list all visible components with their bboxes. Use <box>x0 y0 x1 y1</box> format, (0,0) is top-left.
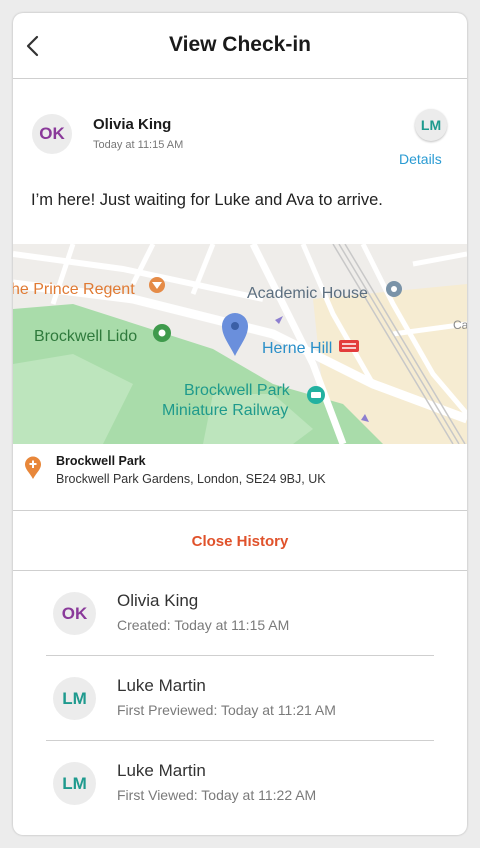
author-time: Today at 11:15 AM <box>93 139 184 151</box>
map-pin-icon[interactable] <box>221 312 249 358</box>
close-history-button[interactable]: Close History <box>13 512 467 571</box>
check-in-card: View Check-in OK Olivia King Today at 11… <box>13 13 467 835</box>
map-label-academic-house: Academic House <box>247 285 368 302</box>
history-name: Luke Martin <box>117 761 206 780</box>
recipient-avatar[interactable]: LM <box>415 109 447 141</box>
map-label-ca: Ca <box>453 318 467 332</box>
map-label-park-railway-1: Brockwell Park <box>184 382 290 399</box>
map-label-prince-regent: he Prince Regent <box>13 281 135 298</box>
header: View Check-in <box>13 13 467 79</box>
map-label-brockwell-lido: Brockwell Lido <box>34 328 138 345</box>
location-address: Brockwell Park Gardens, London, SE24 9BJ… <box>56 472 326 486</box>
author-avatar: OK <box>32 114 72 154</box>
history-avatar: OK <box>53 592 96 635</box>
location-row[interactable]: Brockwell Park Brockwell Park Gardens, L… <box>13 444 467 511</box>
history-item: LM Luke Martin First Viewed: Today at 11… <box>46 741 434 825</box>
history-avatar: LM <box>53 677 96 720</box>
history-item: LM Luke Martin First Previewed: Today at… <box>46 656 434 740</box>
history-detail: First Previewed: Today at 11:21 AM <box>117 702 336 718</box>
history-name: Olivia King <box>117 591 199 610</box>
map-label-herne-hill: Herne Hill <box>262 340 333 357</box>
map-label-park-railway-2: Miniature Railway <box>162 402 289 419</box>
author-name: Olivia King <box>93 116 172 133</box>
map-view[interactable]: he Prince Regent Academic House Brockwel… <box>13 244 467 444</box>
check-in-message: I’m here! Just waiting for Luke and Ava … <box>31 191 383 209</box>
location-pin-icon <box>25 456 41 479</box>
history-item: OK Olivia King Created: Today at 11:15 A… <box>46 571 434 655</box>
details-link[interactable]: Details <box>399 151 442 167</box>
history-detail: First Viewed: Today at 11:22 AM <box>117 787 317 803</box>
page-title: View Check-in <box>169 33 311 56</box>
history-name: Luke Martin <box>117 676 206 695</box>
location-name: Brockwell Park <box>56 454 146 468</box>
history-detail: Created: Today at 11:15 AM <box>117 617 290 633</box>
history-avatar: LM <box>53 762 96 805</box>
